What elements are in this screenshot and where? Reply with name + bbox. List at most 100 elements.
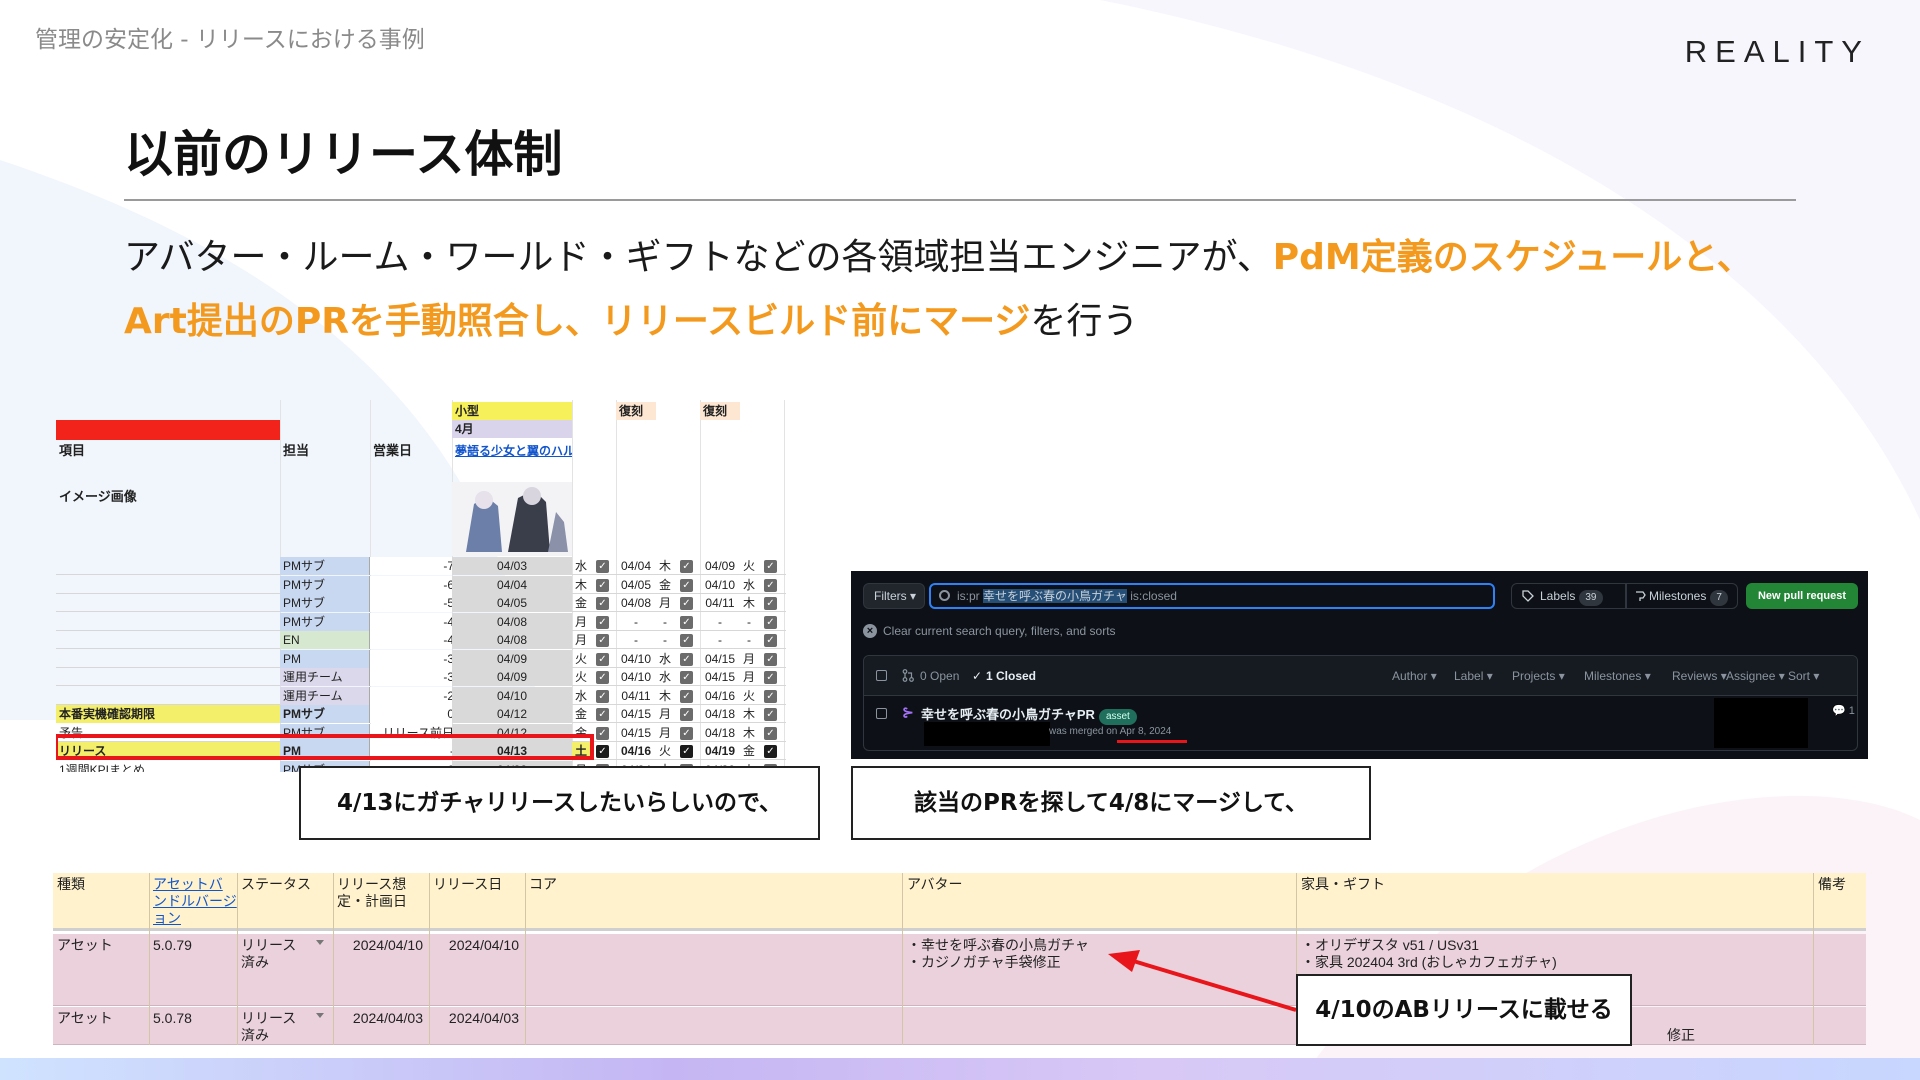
search-selected-text: 幸せを呼ぶ春の小鳥ガチャ xyxy=(983,589,1127,603)
checkbox[interactable]: ✓ xyxy=(596,652,609,666)
checkbox[interactable]: ✓ xyxy=(596,726,609,740)
checkbox[interactable]: ✓ xyxy=(764,671,777,684)
checkbox[interactable]: ✓ xyxy=(680,671,693,684)
checkbox[interactable]: ✓ xyxy=(680,597,693,610)
sort-menu-author[interactable]: Author ▾ xyxy=(1392,668,1437,684)
cell-type: アセット xyxy=(57,1010,113,1026)
checkbox[interactable]: ✓ xyxy=(764,578,777,592)
sort-menu-label: Label xyxy=(1454,669,1484,683)
checkbox[interactable]: ✓ xyxy=(596,689,609,703)
lead-text: アバター・ルーム・ワールド・ギフトなどの各領域担当エンジニアが、PdM定義のスケ… xyxy=(124,226,1824,354)
pr-title[interactable]: 幸せを呼ぶ春の小鳥ガチャPR xyxy=(921,707,1095,722)
checkbox[interactable]: ✓ xyxy=(596,671,609,684)
lead-highlight-1: PdM定義のスケジュールと、 xyxy=(1272,237,1753,278)
pr-row-checkbox[interactable] xyxy=(876,708,887,719)
sort-menu-reviews[interactable]: Reviews ▾ xyxy=(1672,668,1727,684)
checkbox[interactable]: ✓ xyxy=(764,597,777,610)
checkbox[interactable]: ✓ xyxy=(764,708,777,721)
pr-label-badge[interactable]: asset xyxy=(1098,709,1137,725)
checkbox[interactable]: ✓ xyxy=(596,578,609,592)
select-all-checkbox[interactable] xyxy=(876,670,887,681)
checkbox[interactable]: ✓ xyxy=(764,615,777,629)
checkbox[interactable]: ✓ xyxy=(596,615,609,629)
sort-menu-label[interactable]: Label ▾ xyxy=(1454,668,1493,684)
gacha-link[interactable]: 夢語る少女と翼のハル xyxy=(452,442,572,460)
row-date-3: 04/18 xyxy=(704,725,736,740)
closed-count-tab[interactable]: 1 Closed xyxy=(986,668,1036,684)
clear-filters-link[interactable]: × Clear current search query, filters, a… xyxy=(863,623,1116,639)
row-date-2: 04/15 xyxy=(620,725,652,740)
row-label xyxy=(56,594,280,612)
comment-count[interactable]: 💬 1 xyxy=(1832,704,1855,717)
revival-tag-1: 復刻 xyxy=(616,402,656,420)
cell-avatar: ・幸せを呼ぶ春の小鳥ガチャ ・カジノガチャ手袋修正 xyxy=(907,937,1089,970)
row-label xyxy=(56,650,280,668)
sort-menu-label: Reviews xyxy=(1672,669,1718,683)
row-date-2: 04/10 xyxy=(620,651,652,666)
checkbox[interactable]: ✓ xyxy=(680,745,693,758)
checkbox[interactable]: ✓ xyxy=(680,578,693,592)
checkbox[interactable]: ✓ xyxy=(680,615,693,629)
checkbox[interactable]: ✓ xyxy=(764,745,777,758)
th-avatar: アバター xyxy=(907,876,963,892)
checkbox[interactable]: ✓ xyxy=(680,689,693,703)
status-dropdown-icon[interactable] xyxy=(316,940,324,945)
milestones-button[interactable]: Milestones 7 xyxy=(1626,583,1738,609)
checkbox[interactable]: ✓ xyxy=(764,652,777,666)
row-bizday: 0 xyxy=(370,705,460,723)
checkbox[interactable]: ✓ xyxy=(680,560,693,573)
row-weekday-3: 火 xyxy=(742,559,755,573)
row-weekday-3: - xyxy=(747,614,751,629)
size-tag: 小型 xyxy=(452,402,572,420)
cell-status[interactable]: リリース済み xyxy=(237,937,301,971)
row-weekday-2: 月 xyxy=(658,707,671,721)
search-input[interactable]: is:pr 幸せを呼ぶ春の小鳥ガチャ is:closed xyxy=(929,583,1495,609)
labels-button[interactable]: Labels 39 xyxy=(1511,583,1626,609)
checkbox[interactable]: ✓ xyxy=(596,708,609,721)
row-weekday-3: 月 xyxy=(742,670,755,684)
sort-menu-milestones[interactable]: Milestones ▾ xyxy=(1584,668,1651,684)
th-type: 種類 xyxy=(57,876,85,892)
checkbox[interactable]: ✓ xyxy=(680,634,693,647)
checkbox[interactable]: ✓ xyxy=(764,726,777,740)
row-date-2: - xyxy=(634,633,638,647)
search-suffix: is:closed xyxy=(1130,589,1177,603)
row-weekday-3: 水 xyxy=(742,577,755,592)
filters-button[interactable]: Filters ▾ xyxy=(863,583,925,609)
sort-menu-assignee[interactable]: Assignee ▾ xyxy=(1726,668,1785,684)
table-row: PMサブ -6 04/04 木 ✓ 04/05 金 ✓ 04/10 水 ✓ xyxy=(56,575,786,594)
sort-menu-sort[interactable]: Sort ▾ xyxy=(1788,668,1819,684)
row-date-3: 04/15 xyxy=(704,651,736,666)
merged-icon: ⊱ xyxy=(902,704,914,720)
pr-meta: was merged on Apr 8, 2024 xyxy=(1049,726,1171,737)
checkbox[interactable]: ✓ xyxy=(596,560,609,573)
status-dropdown-icon[interactable] xyxy=(316,1013,324,1018)
checkbox[interactable]: ✓ xyxy=(680,652,693,666)
checkbox[interactable]: ✓ xyxy=(764,560,777,573)
row-label: 本番実機確認期限 xyxy=(56,705,280,723)
checkbox[interactable]: ✓ xyxy=(680,726,693,740)
row-weekday-3: 月 xyxy=(742,651,755,666)
checkbox[interactable]: ✓ xyxy=(764,689,777,703)
th-release-date: リリース日 xyxy=(433,876,503,892)
checkbox[interactable]: ✓ xyxy=(596,597,609,610)
open-count-tab[interactable]: 0 Open xyxy=(920,668,959,684)
row-owner: 運用チーム xyxy=(280,686,370,705)
cell-status[interactable]: リリース済み xyxy=(237,1010,301,1044)
checkbox[interactable]: ✓ xyxy=(596,634,609,647)
checkbox[interactable]: ✓ xyxy=(680,708,693,721)
checkbox[interactable]: ✓ xyxy=(764,634,777,647)
checkbox[interactable]: ✓ xyxy=(596,745,609,758)
col-item: 項目 xyxy=(59,443,86,458)
sort-menu-projects[interactable]: Projects ▾ xyxy=(1512,668,1565,684)
row-date-3: 04/11 xyxy=(705,596,735,610)
date-underline xyxy=(1117,740,1187,743)
comment-icon: 💬 xyxy=(1832,705,1846,717)
th-bundle-version[interactable]: アセットバンドルバージョン xyxy=(149,876,237,927)
new-pull-request-button[interactable]: New pull request xyxy=(1746,583,1858,609)
row-bizday: -5 xyxy=(370,594,460,612)
release-row-highlight xyxy=(56,734,594,760)
callout-ab-release: 4/10のABリリースに載せる xyxy=(1296,974,1632,1046)
row-weekday: 月 xyxy=(574,614,587,629)
table-row: EN -4 04/08 月 ✓ - - ✓ - - ✓ xyxy=(56,631,786,649)
